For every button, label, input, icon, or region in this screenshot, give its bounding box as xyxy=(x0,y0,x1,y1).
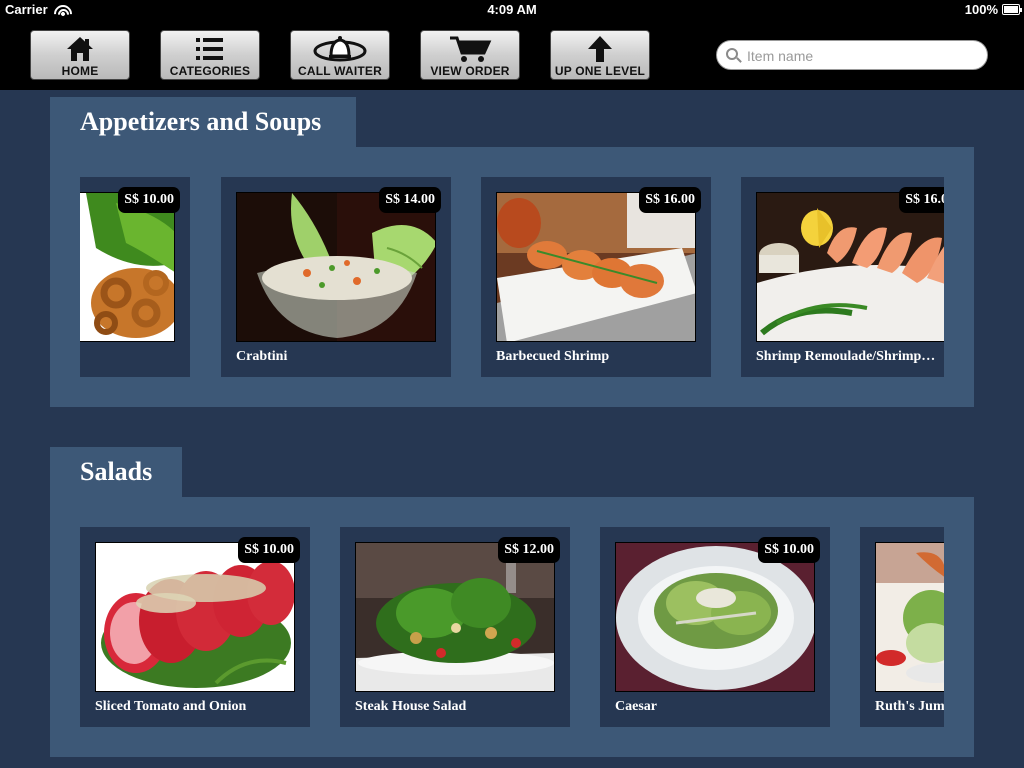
status-bar: Carrier 4:09 AM 100% xyxy=(0,0,1024,20)
call-waiter-button[interactable]: CALL WAITER xyxy=(290,30,390,80)
section-appetizers: S$ 10.00 S$ 14.00 Crabtini S$ 16.00 Barb… xyxy=(50,147,974,407)
menu-item-card[interactable]: S$ 16.00 Barbecued Shrimp xyxy=(481,177,711,377)
battery-icon xyxy=(1002,4,1022,15)
toolbar: HOME CATEGORIES CALL WAITER VIEW ORDER U… xyxy=(0,20,1024,90)
search-input[interactable] xyxy=(747,46,977,66)
fried-calamari-photo xyxy=(80,192,175,342)
appetizers-carousel[interactable]: S$ 10.00 S$ 14.00 Crabtini S$ 16.00 Barb… xyxy=(80,177,944,377)
call-waiter-button-label: CALL WAITER xyxy=(298,64,382,78)
status-time: 4:09 AM xyxy=(487,2,537,17)
section-title-appetizers: Appetizers and Soups xyxy=(50,97,356,148)
search-box xyxy=(716,40,988,70)
view-order-button[interactable]: VIEW ORDER xyxy=(420,30,520,80)
barbecued-shrimp-photo xyxy=(496,192,696,342)
steak-house-salad-photo xyxy=(355,542,555,692)
home-icon xyxy=(31,35,129,63)
menu-item-card[interactable]: S$ 10.00 Sliced Tomato and Onion xyxy=(80,527,310,727)
menu-item-card[interactable]: S$ 10.00 Caesar xyxy=(600,527,830,727)
up-arrow-icon xyxy=(551,35,649,63)
search-icon xyxy=(726,48,738,60)
up-one-level-button-label: UP ONE LEVEL xyxy=(554,64,646,78)
menu-item-card[interactable]: S$ 14.00 Crabtini xyxy=(221,177,451,377)
item-name: Crabtini xyxy=(236,349,288,364)
shrimp-remoulade-photo xyxy=(756,192,944,342)
section-salads: S$ 10.00 Sliced Tomato and Onion S$ 12.0… xyxy=(50,497,974,757)
bell-icon xyxy=(291,35,389,63)
price-tag: S$ 16.00 xyxy=(639,187,701,213)
home-button[interactable]: HOME xyxy=(30,30,130,80)
up-one-level-button[interactable]: UP ONE LEVEL xyxy=(550,30,650,80)
tomato-onion-photo xyxy=(95,542,295,692)
item-name: Barbecued Shrimp xyxy=(496,349,610,364)
menu-item-card[interactable]: S$ 10.00 xyxy=(80,177,190,377)
price-tag: S$ 12.00 xyxy=(498,537,560,563)
section-title-salads: Salads xyxy=(50,447,182,498)
item-name: Sliced Tomato and Onion xyxy=(95,699,247,714)
menu-item-card[interactable]: Ruth's Jumbo xyxy=(860,527,944,727)
categories-button[interactable]: CATEGORIES xyxy=(160,30,260,80)
caesar-salad-photo xyxy=(615,542,815,692)
menu-item-card[interactable]: S$ 16.00 Shrimp Remoulade/Shrimp… xyxy=(741,177,944,377)
jumbo-salad-photo xyxy=(875,542,944,692)
menu-item-card[interactable]: S$ 12.00 Steak House Salad xyxy=(340,527,570,727)
cart-icon xyxy=(421,35,519,63)
price-tag: S$ 10.00 xyxy=(118,187,180,213)
item-name: Steak House Salad xyxy=(355,699,467,714)
categories-button-label: CATEGORIES xyxy=(169,64,251,78)
list-icon xyxy=(161,35,259,63)
item-name: Caesar xyxy=(615,699,657,714)
price-tag: S$ 10.00 xyxy=(238,537,300,563)
item-name: Ruth's Jumbo xyxy=(875,699,944,714)
battery-percent: 100% xyxy=(964,2,998,17)
crabtini-photo xyxy=(236,192,436,342)
view-order-button-label: VIEW ORDER xyxy=(430,64,510,78)
price-tag: S$ 10.00 xyxy=(758,537,820,563)
price-tag: S$ 16.00 xyxy=(899,187,944,213)
item-name: Shrimp Remoulade/Shrimp… xyxy=(756,349,936,364)
home-button-label: HOME xyxy=(61,64,99,78)
salads-carousel[interactable]: S$ 10.00 Sliced Tomato and Onion S$ 12.0… xyxy=(80,527,944,727)
price-tag: S$ 14.00 xyxy=(379,187,441,213)
